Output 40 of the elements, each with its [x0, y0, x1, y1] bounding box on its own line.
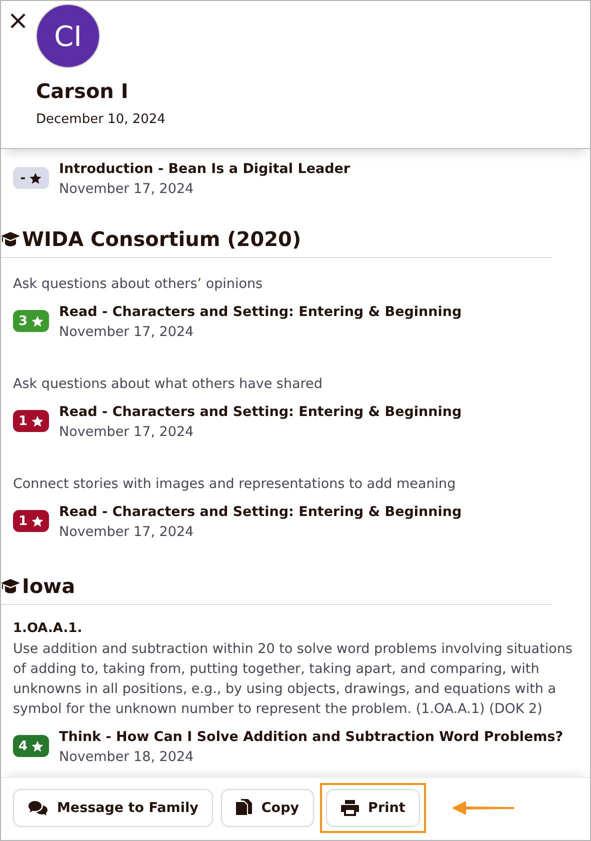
- star-icon: [30, 414, 44, 428]
- arrow-icon: [452, 801, 514, 815]
- star-icon: [28, 172, 42, 184]
- activity-title: Read - Characters and Setting: Entering & Beginning: [59, 504, 462, 520]
- standard-description: Connect stories with images and representations to add meaning: [13, 475, 457, 494]
- activity-title: Read - Characters and Setting: Entering & Beginning: [59, 304, 462, 320]
- star-icon: [30, 314, 44, 328]
- copy-icon: [236, 798, 252, 818]
- message-button[interactable]: Message to Family: [13, 789, 214, 827]
- activity-title: Introduction - Bean Is a Digital Leader: [59, 161, 350, 177]
- print-button[interactable]: Print: [326, 789, 420, 827]
- printer-icon: [341, 800, 360, 816]
- student-name: Carson I: [36, 79, 130, 103]
- standard-code: 1.OA.A.1.: [13, 621, 84, 636]
- standard-description: Use addition and subtraction within 20 to solve word problems involving situations of adding to, taking from, putting together, taking apart, and comparing, with unknowns in all positions, e.g., by using objects, drawings, and equations with a symbol for the unknown number to represent the problem. (1.OA.A.1) (DOK 2): [13, 640, 574, 719]
- activity-date: November 17, 2024: [59, 424, 195, 440]
- score-badge: 1: [13, 510, 49, 532]
- copy-button[interactable]: Copy: [221, 789, 314, 827]
- standard-description: Ask questions about others’ opinions: [13, 275, 264, 294]
- activity-date: November 18, 2024: [59, 749, 195, 765]
- star-icon: [30, 514, 44, 528]
- score-badge: 4: [13, 735, 49, 757]
- standard-description: Ask questions about what others have shared: [13, 375, 324, 394]
- graduation-cap-icon: [1, 578, 20, 594]
- activity-date: November 17, 2024: [59, 324, 195, 340]
- activity-date: November 17, 2024: [59, 181, 195, 197]
- avatar: CI: [36, 4, 100, 68]
- chat-icon: [28, 800, 48, 816]
- close-button[interactable]: ×: [6, 8, 30, 34]
- score-badge: 1: [13, 410, 49, 432]
- star-icon: [30, 740, 44, 752]
- graduation-cap-icon: [1, 231, 20, 247]
- activity-title: Read - Characters and Setting: Entering & Beginning: [59, 404, 462, 420]
- score-badge: 3: [13, 310, 49, 332]
- report-date: December 10, 2024: [36, 112, 166, 127]
- section-heading: Iowa: [22, 574, 76, 598]
- activity-title: Think - How Can I Solve Addition and Subtraction Word Problems?: [59, 729, 564, 745]
- section-heading: WIDA Consortium (2020): [22, 227, 302, 251]
- score-badge: -: [13, 167, 49, 189]
- activity-date: November 17, 2024: [59, 524, 195, 540]
